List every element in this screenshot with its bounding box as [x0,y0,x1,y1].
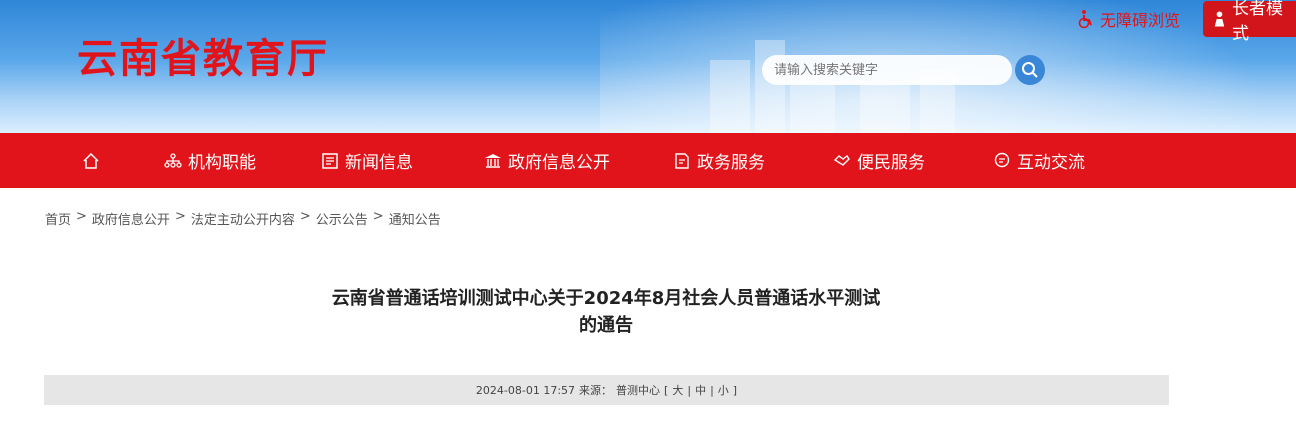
breadcrumb-notices[interactable]: 通知公告 [389,209,441,228]
nav-item-label: 政府信息公开 [508,153,610,173]
nav-item-convenience[interactable]: 便民服务 [833,133,925,188]
site-header: 云南省教育厅 无障碍浏览 长者模式 [0,0,1296,133]
font-size-separator: | [710,383,714,397]
breadcrumb-separator: > [372,209,384,224]
handshake-icon [833,154,850,166]
breadcrumb-separator: > [76,209,87,224]
main-nav: 机构职能 新闻信息 政府信息公开 政务服务 便民服务 互动交流 [0,133,1296,188]
search-icon [1022,62,1038,78]
nav-item-label: 互动交流 [1017,153,1085,173]
search-button[interactable] [1015,55,1045,85]
nav-item-label: 政务服务 [697,153,765,173]
home-icon [83,152,99,169]
nav-item-org[interactable]: 机构职能 [164,133,256,188]
breadcrumb-home[interactable]: 首页 [45,209,71,228]
font-size-small-button[interactable]: 小 [718,382,729,398]
elder-mode-button[interactable]: 长者模式 [1203,0,1296,44]
font-size-bracket-open: [ [664,383,669,397]
breadcrumb-announcements[interactable]: 公示公告 [316,209,368,228]
wheelchair-icon [1078,10,1092,29]
breadcrumb: 首页 > 政府信息公开 > 法定主动公开内容 > 公示公告 > 通知公告 [45,209,441,228]
site-title[interactable]: 云南省教育厅 [77,26,329,84]
search-input[interactable] [762,55,1012,85]
nav-item-gov-service[interactable]: 政务服务 [673,133,765,188]
breadcrumb-gov-info[interactable]: 政府信息公开 [92,209,170,228]
nav-item-news[interactable]: 新闻信息 [321,133,413,188]
publish-date: 2024-08-01 17:57 [475,383,576,397]
font-size-medium-button[interactable]: 中 [695,382,706,398]
article-title-line1: 云南省普通话培训测试中心关于2024年8月社会人员普通话水平测试 [331,288,881,309]
service-document-icon [675,152,689,169]
nav-item-interaction[interactable]: 互动交流 [993,133,1085,188]
newspaper-icon [322,152,338,169]
breadcrumb-statutory[interactable]: 法定主动公开内容 [191,209,295,228]
source-label: 来源： [579,384,613,397]
nav-item-label: 新闻信息 [345,153,413,173]
nav-item-label: 便民服务 [857,153,925,173]
font-size-large-button[interactable]: 大 [672,382,683,398]
accessible-browse-button[interactable]: 无障碍浏览 [1076,8,1180,30]
org-chart-icon [164,152,182,168]
nav-home[interactable] [82,133,100,188]
elder-person-icon [1214,11,1225,27]
elder-mode-label: 长者模式 [1231,0,1283,44]
nav-item-gov-info[interactable]: 政府信息公开 [484,133,610,188]
breadcrumb-separator: > [299,209,311,224]
font-size-separator: | [687,383,692,397]
font-size-bracket-close: ] [732,383,738,397]
breadcrumb-separator: > [174,209,186,224]
article-meta-bar: 2024-08-01 17:57 来源： 普测中心 [ 大 | 中 | 小 ] [44,375,1169,405]
nav-item-label: 机构职能 [188,153,256,173]
article-title-line2: 的通告 [579,315,633,336]
chat-icon [994,152,1010,167]
government-building-icon [485,153,501,168]
article-title: 云南省普通话培训测试中心关于2024年8月社会人员普通话水平测试 的通告 [300,285,912,339]
source-value: 普测中心 [616,384,661,397]
accessible-browse-label: 无障碍浏览 [1100,11,1181,30]
